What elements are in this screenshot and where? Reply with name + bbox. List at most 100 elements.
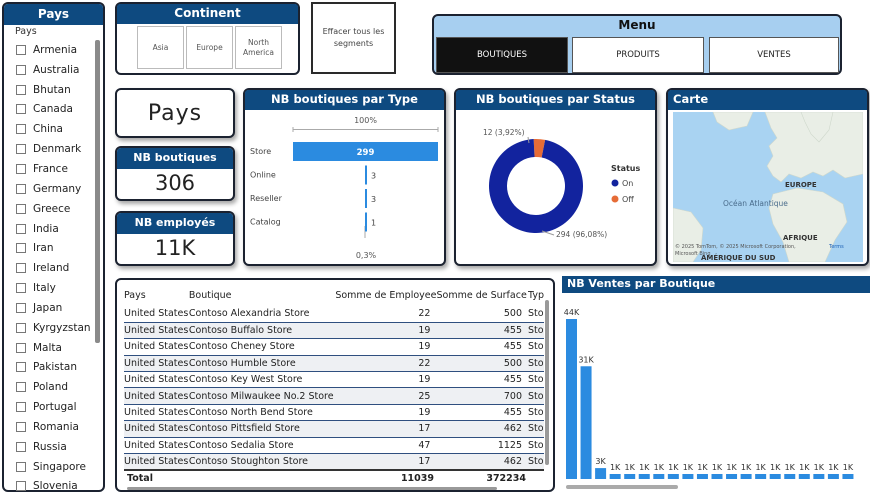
pays-option[interactable]: Kyrgyzstan bbox=[16, 318, 92, 338]
checkbox[interactable] bbox=[16, 124, 26, 135]
pays-option[interactable]: Russia bbox=[16, 437, 92, 457]
pays-option[interactable]: Romania bbox=[16, 417, 92, 437]
pays-option[interactable]: Canada bbox=[16, 100, 92, 120]
checkbox[interactable] bbox=[16, 243, 26, 254]
sales-chart[interactable]: 44K31K3K1K 1K 1K 1K 1K 1K 1K 1K 1K 1K 1K 1K 1K 1K 1K 1K… bbox=[562, 293, 870, 492]
table-row[interactable]: United States Contoso Key West Store 19 455… bbox=[124, 372, 544, 388]
pays-option[interactable]: Germany bbox=[16, 179, 92, 199]
status-legend-label[interactable]: On bbox=[622, 179, 633, 188]
table-row[interactable]: United States Contoso Milwaukee No.2 Stor… bbox=[124, 387, 544, 405]
pays-option[interactable]: Poland bbox=[16, 377, 92, 397]
checkbox[interactable] bbox=[16, 322, 26, 333]
checkbox[interactable] bbox=[16, 362, 26, 373]
pays-option[interactable]: Denmark bbox=[16, 139, 92, 159]
sales-bar[interactable] bbox=[740, 474, 752, 479]
sales-bar[interactable] bbox=[827, 474, 839, 479]
type-bar[interactable] bbox=[365, 165, 367, 185]
sales-bar[interactable] bbox=[595, 468, 607, 479]
pays-option[interactable]: Greece bbox=[16, 199, 92, 219]
map[interactable]: EUROPE Océan Atlantique AFRIQUE © 2025 T… bbox=[673, 112, 863, 262]
pays-option[interactable]: Iran bbox=[16, 238, 92, 258]
checkbox[interactable] bbox=[16, 223, 26, 234]
pays-option[interactable]: Bhutan bbox=[16, 80, 92, 100]
sales-bar[interactable] bbox=[566, 319, 577, 479]
table-row[interactable]: United States Contoso Humble Store 22 500 St… bbox=[124, 355, 544, 372]
column-header-employee[interactable]: Somme de Employee bbox=[335, 284, 436, 306]
sales-bar[interactable] bbox=[755, 474, 767, 479]
continent-option-north-america[interactable]: North America bbox=[235, 26, 282, 69]
pays-option[interactable]: China bbox=[16, 119, 92, 139]
menu-button-produits[interactable]: PRODUITS bbox=[572, 37, 704, 73]
clear-segments-button[interactable]: Effacer tous les segments bbox=[311, 2, 396, 74]
checkbox[interactable] bbox=[16, 163, 26, 174]
pays-option[interactable]: France bbox=[16, 159, 92, 179]
continent-option-asia[interactable]: Asia bbox=[137, 26, 184, 69]
checkbox[interactable] bbox=[16, 64, 26, 75]
type-bar[interactable] bbox=[365, 189, 367, 208]
status-legend-label[interactable]: Off bbox=[622, 195, 634, 204]
table-row[interactable]: United States Contoso Cheney Store 19 455 St… bbox=[124, 339, 544, 356]
pays-option[interactable]: Malta bbox=[16, 338, 92, 358]
checkbox[interactable] bbox=[16, 421, 26, 432]
pays-option[interactable]: Italy bbox=[16, 278, 92, 298]
sales-bar[interactable] bbox=[653, 474, 665, 479]
sales-bar[interactable] bbox=[711, 474, 723, 479]
checkbox[interactable] bbox=[16, 342, 26, 353]
map-terms-link[interactable]: Terms bbox=[828, 244, 844, 250]
pays-option[interactable]: Singapore bbox=[16, 457, 92, 477]
table-vertical-scrollbar[interactable] bbox=[545, 300, 549, 465]
checkbox[interactable] bbox=[16, 461, 26, 472]
table-row[interactable]: United States Contoso Stoughton Store 17 46… bbox=[124, 453, 544, 470]
sales-chart-scrollbar[interactable] bbox=[566, 485, 678, 489]
checkbox[interactable] bbox=[16, 203, 26, 214]
table-row[interactable]: United States Contoso Sedalia Store 47 1125… bbox=[124, 437, 544, 454]
checkbox[interactable] bbox=[16, 263, 26, 274]
type-bar[interactable] bbox=[365, 212, 367, 232]
checkbox[interactable] bbox=[16, 441, 26, 452]
sales-bar[interactable] bbox=[842, 474, 854, 479]
table-row[interactable]: United States Contoso Alexandria Store 22 5… bbox=[124, 306, 544, 323]
pays-option[interactable]: Ireland bbox=[16, 258, 92, 278]
pays-scrollbar[interactable] bbox=[95, 40, 100, 343]
sales-bar[interactable] bbox=[667, 474, 679, 479]
column-header-type[interactable]: Typ bbox=[528, 284, 544, 306]
column-header-pays[interactable]: Pays bbox=[124, 284, 189, 306]
checkbox[interactable] bbox=[16, 183, 26, 194]
sales-bar[interactable] bbox=[580, 366, 592, 479]
sales-bar[interactable] bbox=[696, 474, 708, 479]
pays-option[interactable]: India bbox=[16, 219, 92, 239]
table-row[interactable]: United States Contoso North Bend Store 19 4… bbox=[124, 404, 544, 421]
sales-bar[interactable] bbox=[784, 474, 796, 479]
sales-bar[interactable] bbox=[769, 474, 781, 479]
table-row[interactable]: United States Contoso Buffalo Store 19 455 S… bbox=[124, 322, 544, 339]
sales-bar[interactable] bbox=[726, 474, 738, 479]
sales-bar[interactable] bbox=[624, 474, 636, 479]
checkbox[interactable] bbox=[16, 283, 26, 294]
pays-option[interactable]: Pakistan bbox=[16, 358, 92, 378]
checkbox[interactable] bbox=[16, 144, 26, 155]
menu-button-ventes[interactable]: VENTES bbox=[709, 37, 839, 73]
type-chart[interactable]: 100% Store 299 Online 3 Reseller 3 Catalog 1 0,3% bbox=[245, 110, 444, 264]
column-header-surface[interactable]: Somme de Surface bbox=[436, 284, 528, 306]
sales-bar[interactable] bbox=[638, 474, 650, 479]
table-row[interactable]: United States Contoso Pittsfield Store 17 4… bbox=[124, 420, 544, 438]
sales-bar[interactable] bbox=[609, 474, 621, 479]
checkbox[interactable] bbox=[16, 382, 26, 393]
continent-option-europe[interactable]: Europe bbox=[186, 26, 233, 69]
checkbox[interactable] bbox=[16, 481, 26, 492]
pays-option[interactable]: Armenia bbox=[16, 40, 92, 60]
status-chart[interactable]: 12 (3,92%) 294 (96,08%) Status On Off bbox=[456, 110, 655, 264]
pays-option[interactable]: Slovenia bbox=[16, 477, 92, 494]
sales-bar[interactable] bbox=[798, 474, 810, 479]
column-header-boutique[interactable]: Boutique bbox=[189, 284, 335, 306]
pays-option[interactable]: Australia bbox=[16, 60, 92, 80]
pays-option[interactable]: Japan bbox=[16, 298, 92, 318]
checkbox[interactable] bbox=[16, 302, 26, 313]
checkbox[interactable] bbox=[16, 402, 26, 413]
checkbox[interactable] bbox=[16, 44, 26, 55]
table-horizontal-scrollbar[interactable] bbox=[127, 487, 497, 490]
checkbox[interactable] bbox=[16, 104, 26, 115]
pays-option[interactable]: Portugal bbox=[16, 397, 92, 417]
sales-bar[interactable] bbox=[813, 474, 825, 479]
menu-button-boutiques[interactable]: BOUTIQUES bbox=[436, 37, 568, 73]
